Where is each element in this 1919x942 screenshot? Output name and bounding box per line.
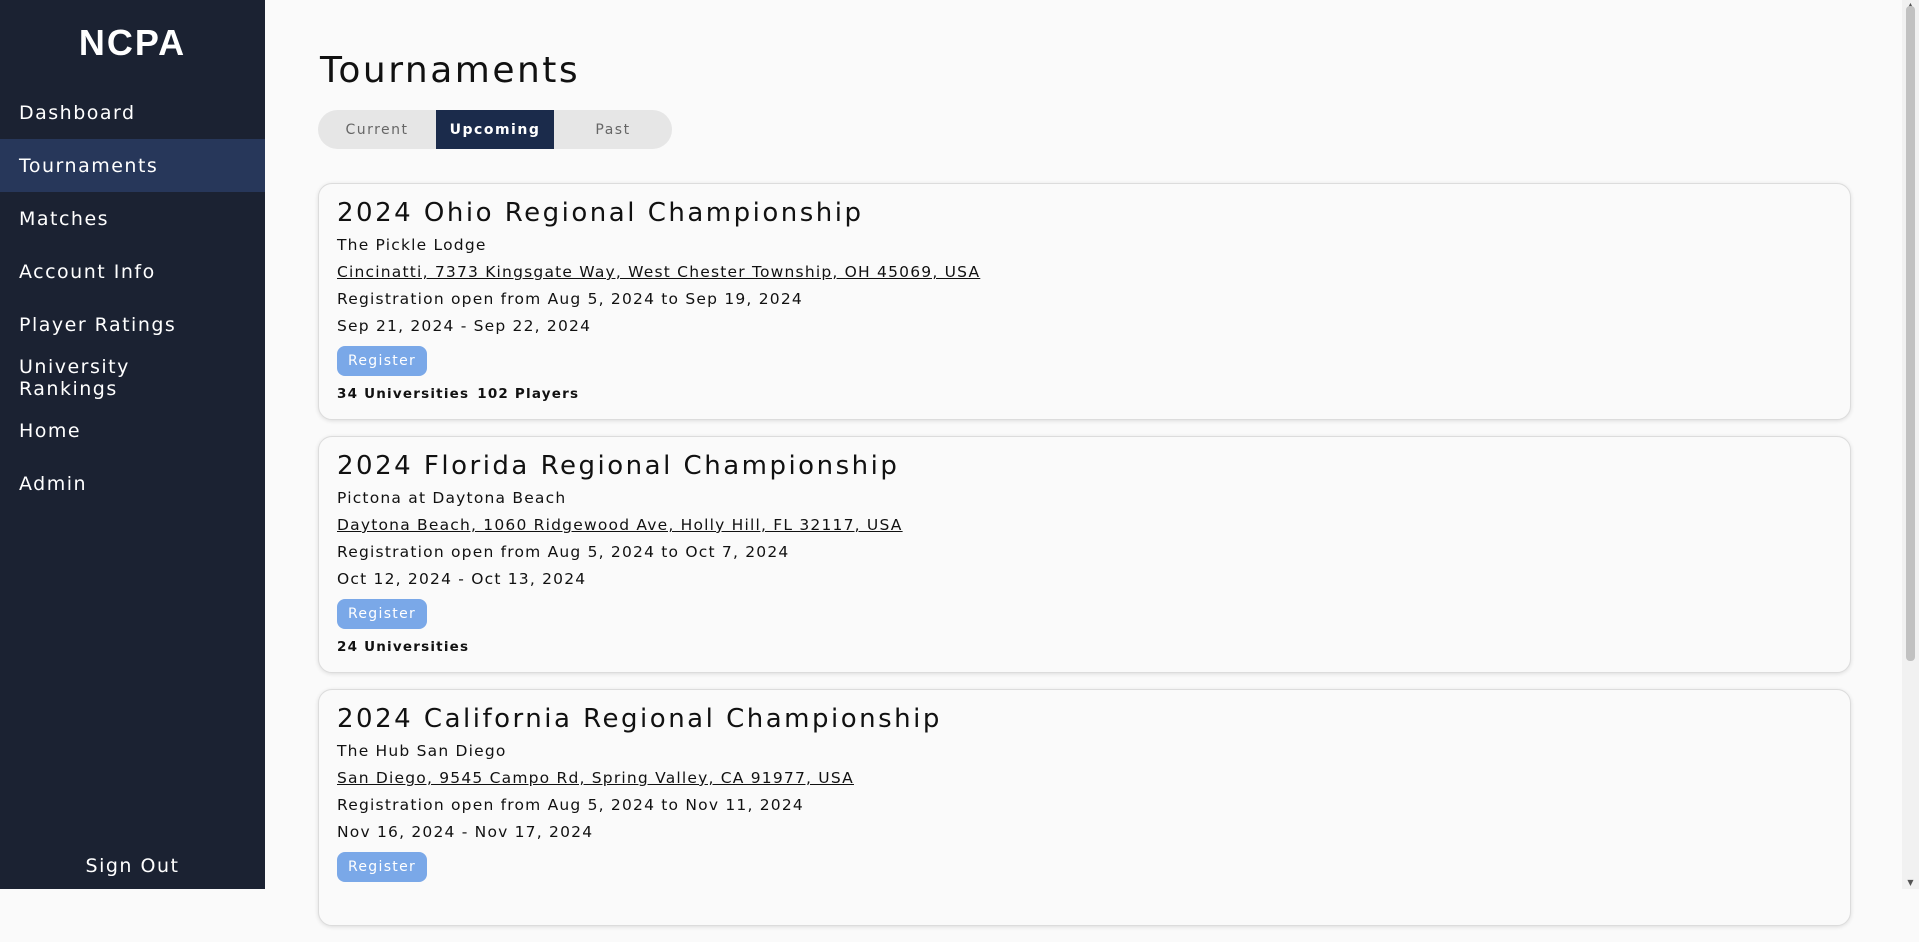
tournament-stats: 24 Universities (337, 639, 1832, 655)
registration-window: Registration open from Aug 5, 2024 to Se… (337, 290, 803, 308)
register-button[interactable]: Register (337, 599, 428, 629)
tournament-list: 2024 Ohio Regional Championship The Pick… (318, 183, 1851, 942)
sidebar-item-matches[interactable]: Matches (0, 192, 265, 245)
ncpa-logo[interactable]: NCPA (0, 0, 265, 70)
tab-upcoming[interactable]: Upcoming (436, 110, 554, 149)
sidebar-nav: Dashboard Tournaments Matches Account In… (0, 86, 265, 510)
tournament-name: 2024 Ohio Regional Championship (337, 198, 864, 228)
register-button[interactable]: Register (337, 346, 428, 376)
universities-count: 34 Universities (337, 386, 470, 402)
registration-window: Registration open from Aug 5, 2024 to Oc… (337, 543, 790, 561)
tournament-stats: 34 Universities 102 Players (337, 386, 1832, 402)
scroll-down-arrow-icon[interactable]: ▼ (1902, 877, 1919, 889)
sidebar-item-home[interactable]: Home (0, 404, 265, 457)
page-title: Tournaments (320, 50, 581, 91)
tab-current[interactable]: Current (318, 110, 436, 149)
sidebar-item-player-ratings[interactable]: Player Ratings (0, 298, 265, 351)
tournament-name: 2024 California Regional Championship (337, 704, 942, 734)
sidebar: NCPA Dashboard Tournaments Matches Accou… (0, 0, 265, 889)
sidebar-item-admin[interactable]: Admin (0, 457, 265, 510)
tournament-venue: Pictona at Daytona Beach (337, 489, 567, 507)
main-content: Tournaments Current Upcoming Past 2024 O… (265, 0, 1902, 926)
sign-out-button[interactable]: Sign Out (0, 855, 265, 877)
tournament-tabs: Current Upcoming Past (318, 110, 672, 149)
register-button[interactable]: Register (337, 852, 428, 882)
tournament-dates: Oct 12, 2024 - Oct 13, 2024 (337, 570, 587, 588)
scrollbar-thumb[interactable] (1906, 6, 1915, 661)
tournament-dates: Sep 21, 2024 - Sep 22, 2024 (337, 317, 592, 335)
sidebar-item-university-rankings[interactable]: University Rankings (0, 351, 160, 404)
tournament-card: 2024 California Regional Championship Th… (318, 689, 1851, 926)
universities-count: 24 Universities (337, 639, 470, 655)
tournament-stats (337, 892, 1832, 908)
sidebar-item-tournaments[interactable]: Tournaments (0, 139, 265, 192)
tournament-card: 2024 Florida Regional Championship Picto… (318, 436, 1851, 673)
sidebar-item-account-info[interactable]: Account Info (0, 245, 265, 298)
players-count: 102 Players (477, 386, 580, 402)
tournament-name: 2024 Florida Regional Championship (337, 451, 900, 481)
tournament-address-link[interactable]: Daytona Beach, 1060 Ridgewood Ave, Holly… (337, 516, 903, 534)
tournament-venue: The Pickle Lodge (337, 236, 487, 254)
sidebar-item-dashboard[interactable]: Dashboard (0, 86, 265, 139)
tournament-card: 2024 Ohio Regional Championship The Pick… (318, 183, 1851, 420)
tournament-address-link[interactable]: San Diego, 9545 Campo Rd, Spring Valley,… (337, 769, 854, 787)
tournament-venue: The Hub San Diego (337, 742, 507, 760)
page-scrollbar[interactable]: ▲ ▼ (1902, 0, 1919, 889)
tournament-dates: Nov 16, 2024 - Nov 17, 2024 (337, 823, 594, 841)
registration-window: Registration open from Aug 5, 2024 to No… (337, 796, 804, 814)
tournament-address-link[interactable]: Cincinatti, 7373 Kingsgate Way, West Che… (337, 263, 980, 281)
tab-past[interactable]: Past (554, 110, 672, 149)
